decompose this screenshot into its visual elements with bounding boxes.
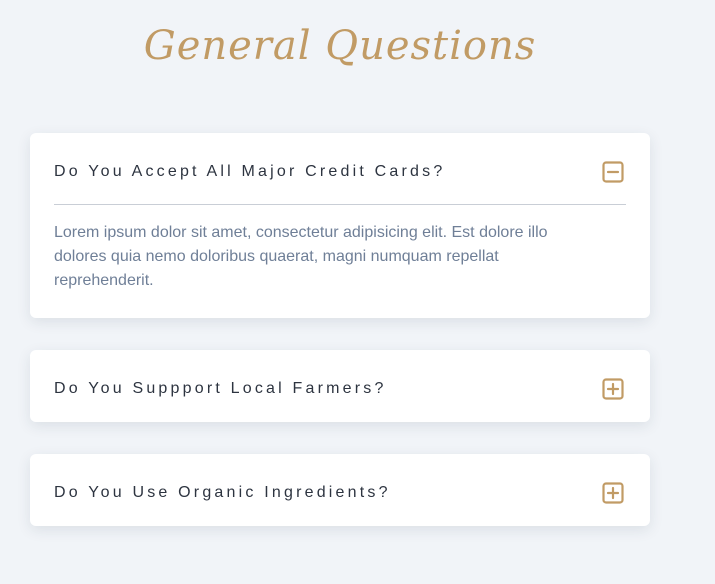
faq-question-toggle[interactable]: Do You Use Organic Ingredients? bbox=[30, 454, 650, 526]
page-title: General Questions bbox=[143, 23, 537, 69]
faq-question-text: Do You Suppport Local Farmers? bbox=[54, 380, 387, 397]
faq-item-organic-ingredients: Do You Use Organic Ingredients? bbox=[30, 454, 650, 526]
faq-question-toggle[interactable]: Do You Accept All Major Credit Cards? bbox=[30, 133, 650, 205]
plus-square-icon[interactable] bbox=[602, 378, 624, 400]
faq-item-local-farmers: Do You Suppport Local Farmers? bbox=[30, 350, 650, 422]
faq-item-credit-cards: Do You Accept All Major Credit Cards? Lo… bbox=[30, 133, 650, 318]
faq-divider bbox=[54, 204, 626, 205]
plus-square-icon[interactable] bbox=[602, 482, 624, 504]
faq-question-text: Do You Accept All Major Credit Cards? bbox=[54, 163, 446, 180]
faq-answer-text: Lorem ipsum dolor sit amet, consectetur … bbox=[54, 224, 548, 289]
faq-question-toggle[interactable]: Do You Suppport Local Farmers? bbox=[30, 350, 650, 422]
minus-square-icon[interactable] bbox=[602, 161, 624, 183]
faq-question-text: Do You Use Organic Ingredients? bbox=[54, 484, 391, 501]
